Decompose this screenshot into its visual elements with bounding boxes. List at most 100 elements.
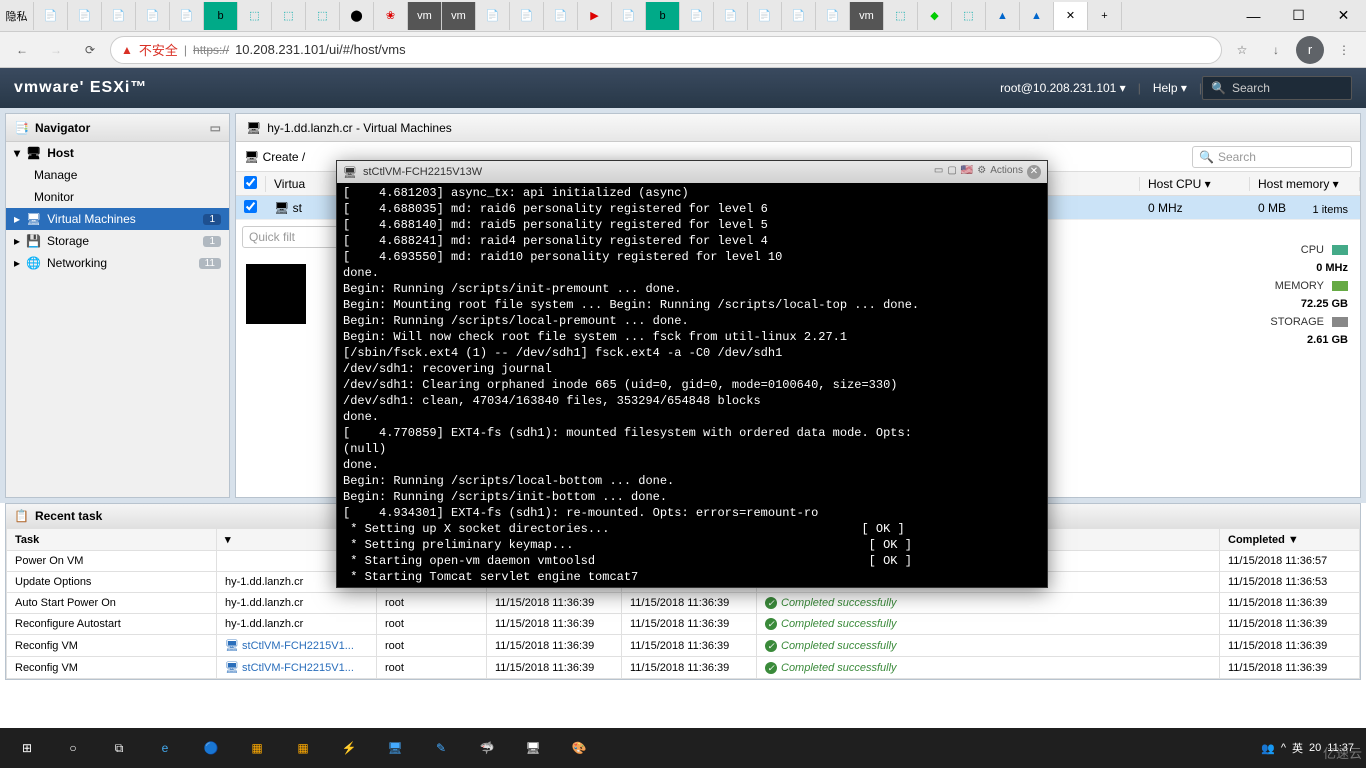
tab-item[interactable]: ⬚	[884, 2, 918, 30]
tab-item[interactable]: ⬚	[272, 2, 306, 30]
window-maximize[interactable]: ☐	[1276, 2, 1321, 30]
tab-item[interactable]: 📄	[136, 2, 170, 30]
new-tab-button[interactable]: +	[1088, 2, 1122, 30]
task-view-button[interactable]: ⧉	[96, 728, 142, 768]
tab-item[interactable]: b	[204, 2, 238, 30]
taskbar-app[interactable]: 🎨	[556, 728, 602, 768]
tray-chevron[interactable]: ^	[1281, 742, 1286, 754]
taskbar-chrome[interactable]: 🔵	[188, 728, 234, 768]
window-close[interactable]: ✕	[1321, 2, 1366, 30]
gear-icon[interactable]: ⚙	[977, 165, 986, 179]
console-window[interactable]: 🖥 stCtlVM-FCH2215V13W ▭ ▢ 🇺🇸 ⚙ Actions ✕…	[336, 160, 1048, 588]
tab-item[interactable]: 📄	[612, 2, 646, 30]
storage-count-badge: 1	[203, 236, 221, 247]
tab-item[interactable]: 📄	[680, 2, 714, 30]
people-icon[interactable]: 👥	[1261, 742, 1275, 755]
bookmark-icon[interactable]: ☆	[1228, 36, 1256, 64]
url-bar[interactable]: ▲ 不安全 | https://10.208.231.101/ui/#/host…	[110, 36, 1222, 64]
taskbar-app[interactable]: ▦	[280, 728, 326, 768]
task-row[interactable]: Reconfig VM 🖥 stCtlVM-FCH2215V1... root1…	[7, 657, 1360, 679]
select-all-checkbox[interactable]	[244, 176, 257, 189]
tab-item[interactable]: 📄	[102, 2, 136, 30]
vm-group-icon: 🖥	[246, 121, 261, 135]
search-icon: 🔍	[1211, 81, 1226, 95]
vm-icon: 🖥	[274, 201, 289, 215]
taskbar-app[interactable]: 🖥	[372, 728, 418, 768]
tab-item[interactable]: ▶	[578, 2, 612, 30]
reload-button[interactable]: ⟳	[76, 36, 104, 64]
taskbar-app[interactable]: 🖥	[510, 728, 556, 768]
task-row[interactable]: Reconfigure Autostart hy-1.dd.lanzh.cr r…	[7, 614, 1360, 635]
tab-item[interactable]: 📄	[510, 2, 544, 30]
tab-item[interactable]: b	[646, 2, 680, 30]
console-max-icon[interactable]: ▢	[947, 165, 956, 179]
tab-item[interactable]: ▲	[986, 2, 1020, 30]
tasks-icon: 📋	[14, 509, 29, 523]
tab-item[interactable]: 📄	[782, 2, 816, 30]
user-menu[interactable]: root@10.208.231.101 ▾	[988, 81, 1138, 95]
nav-storage[interactable]: ▸💾 Storage 1	[6, 230, 229, 252]
console-title: stCtlVM-FCH2215V13W	[363, 166, 482, 178]
help-menu[interactable]: Help ▾	[1141, 81, 1199, 95]
tab-item[interactable]: 📄	[544, 2, 578, 30]
ime-indicator[interactable]: 英	[1292, 740, 1303, 756]
tab-item[interactable]: 📄	[170, 2, 204, 30]
tab-item[interactable]: ⬚	[952, 2, 986, 30]
col-cpu[interactable]: Host CPU ▾	[1140, 177, 1250, 191]
col-task[interactable]: Task	[7, 529, 217, 551]
tab-item[interactable]: ▲	[1020, 2, 1054, 30]
tab-item[interactable]: vm	[442, 2, 476, 30]
net-count-badge: 11	[199, 258, 221, 269]
col-completed[interactable]: Completed ▼	[1220, 529, 1360, 551]
tab-item[interactable]: ⬤	[340, 2, 374, 30]
taskbar-app[interactable]: ✎	[418, 728, 464, 768]
tab-privacy[interactable]: 隐私	[0, 2, 34, 30]
tab-item[interactable]: ⬚	[238, 2, 272, 30]
profile-avatar[interactable]: r	[1296, 36, 1324, 64]
console-thumbnail[interactable]	[246, 264, 306, 324]
taskbar-app[interactable]: 🦈	[464, 728, 510, 768]
actions-menu[interactable]: Actions	[990, 165, 1023, 179]
row-checkbox[interactable]	[244, 200, 257, 213]
tab-item[interactable]: 📄	[34, 2, 68, 30]
create-vm-button[interactable]: 🖥 Create /	[244, 150, 305, 164]
vm-search[interactable]: 🔍 Search	[1192, 146, 1352, 168]
tab-item[interactable]: 📄	[68, 2, 102, 30]
tab-active[interactable]: ✕	[1054, 2, 1088, 30]
console-titlebar[interactable]: 🖥 stCtlVM-FCH2215V13W ▭ ▢ 🇺🇸 ⚙ Actions ✕	[337, 161, 1047, 183]
tab-item[interactable]: 📄	[816, 2, 850, 30]
taskbar-app[interactable]: ⚡	[326, 728, 372, 768]
nav-virtual-machines[interactable]: ▸🖥 Virtual Machines 1	[6, 208, 229, 230]
tab-item[interactable]: ⬚	[306, 2, 340, 30]
collapse-icon[interactable]: ▭	[210, 121, 221, 135]
col-mem[interactable]: Host memory ▾	[1250, 177, 1360, 191]
vm-icon: 🖥	[26, 212, 41, 226]
task-row[interactable]: Reconfig VM 🖥 stCtlVM-FCH2215V1... root1…	[7, 635, 1360, 657]
tab-item[interactable]: 📄	[714, 2, 748, 30]
cortana-button[interactable]: ○	[50, 728, 96, 768]
nav-monitor[interactable]: Monitor	[6, 186, 229, 208]
back-button[interactable]: ←	[8, 36, 36, 64]
taskbar-app[interactable]: ▦	[234, 728, 280, 768]
console-min-icon[interactable]: ▭	[934, 165, 943, 179]
start-button[interactable]: ⊞	[4, 728, 50, 768]
nav-host[interactable]: ▾ 🖥 Host	[6, 142, 229, 164]
tab-item[interactable]: ◆	[918, 2, 952, 30]
taskbar-app[interactable]: e	[142, 728, 188, 768]
tab-item[interactable]: vm	[408, 2, 442, 30]
host-icon: 🖥	[26, 146, 41, 160]
nav-networking[interactable]: ▸🌐 Networking 11	[6, 252, 229, 274]
window-minimize[interactable]: —	[1231, 2, 1276, 30]
nav-manage[interactable]: Manage	[6, 164, 229, 186]
forward-button[interactable]: →	[42, 36, 70, 64]
tray-count: 20	[1309, 742, 1321, 754]
tab-item[interactable]: ❀	[374, 2, 408, 30]
menu-icon[interactable]: ⋮	[1330, 36, 1358, 64]
task-row[interactable]: Auto Start Power On hy-1.dd.lanzh.cr roo…	[7, 593, 1360, 614]
tab-item[interactable]: 📄	[476, 2, 510, 30]
tab-item[interactable]: vm	[850, 2, 884, 30]
header-search[interactable]: 🔍 Search	[1202, 76, 1352, 100]
tab-item[interactable]: 📄	[748, 2, 782, 30]
close-icon[interactable]: ✕	[1027, 165, 1041, 179]
extension-icon[interactable]: ↓	[1262, 36, 1290, 64]
